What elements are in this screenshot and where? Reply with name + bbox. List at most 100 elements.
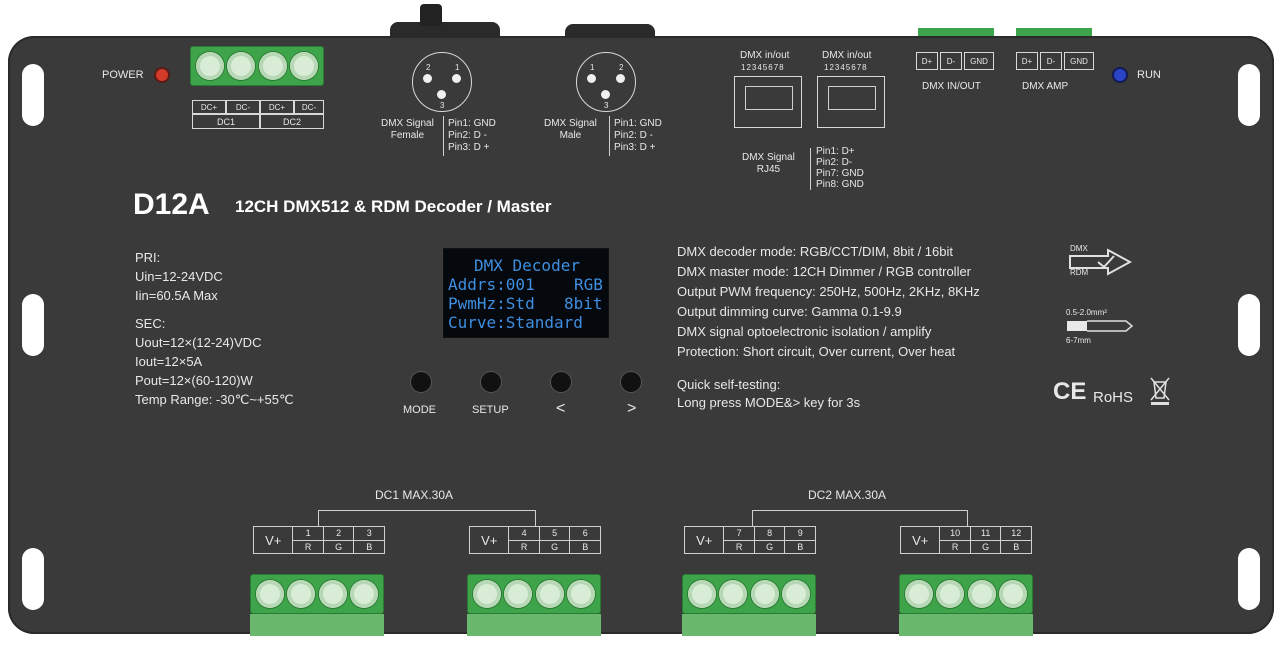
terminal-screw[interactable] (999, 580, 1028, 608)
dmx-amp-term-dplus: D+ (1016, 52, 1038, 70)
xlr-pin-icon (437, 90, 446, 99)
prev-button[interactable] (551, 372, 571, 392)
pin-desc: Pin3: D + (614, 142, 656, 153)
terminal-screw[interactable] (904, 580, 933, 608)
ch-color: B (797, 541, 804, 552)
xlr-pin-icon (452, 74, 461, 83)
rj45-port2-pin-numbers: 12345678 (824, 63, 868, 72)
terminal-base (899, 614, 1033, 636)
display-line2-left: Addrs:001 (448, 275, 535, 294)
dmx-io-term-gnd: GND (964, 52, 994, 70)
model-title: D12A (133, 188, 210, 221)
terminal-base (682, 614, 816, 636)
terminal-screw[interactable] (504, 580, 533, 608)
ch-number: 1 (293, 527, 323, 541)
dc2-plus-label: DC+ (260, 100, 294, 114)
display-line1: DMX Decoder (474, 256, 580, 275)
dc1-wire-bracket (318, 510, 536, 526)
ch-color: R (735, 541, 743, 552)
next-button[interactable] (621, 372, 641, 392)
mount-slot (22, 294, 44, 356)
self-test-line: Long press MODE&> key for 3s (677, 395, 861, 410)
output-terminal-4[interactable] (899, 574, 1033, 614)
ch-number: 6 (570, 527, 600, 541)
feature-list: DMX decoder mode: RGB/CCT/DIM, 8bit / 16… (677, 242, 980, 362)
mount-slot (1238, 294, 1260, 356)
terminal-screw[interactable] (472, 580, 501, 608)
mount-slot (22, 64, 44, 126)
terminal-screw[interactable] (287, 580, 316, 608)
mount-slot (1238, 64, 1260, 126)
terminal-screw[interactable] (719, 580, 748, 608)
primary-specs: PRI: Uin=12-24VDC Iin=60.5A Max (135, 248, 223, 305)
dmx-amp-label: DMX AMP (1022, 81, 1069, 92)
next-button-label: > (627, 400, 637, 417)
output-group-1: V+ 1R 2G 3B (253, 526, 385, 554)
display-line3-left: PwmHz:Std (448, 294, 535, 313)
dmx-amp-term-dminus: D- (1040, 52, 1062, 70)
dc-input-terminal[interactable] (190, 46, 324, 86)
prev-button-label: < (556, 400, 566, 417)
spec-line: PRI: (135, 250, 161, 265)
output-terminal-2[interactable] (467, 574, 601, 614)
feature-item: DMX master mode: 12CH Dimmer / RGB contr… (677, 264, 972, 279)
ch-number: 9 (785, 527, 815, 541)
ch-number: 8 (754, 527, 785, 541)
power-led-icon (156, 69, 168, 81)
rj45-port1-inner (745, 86, 793, 110)
terminal-screw[interactable] (687, 580, 716, 608)
xlr-male-pins: Pin1: GND Pin2: D - Pin3: D + (614, 118, 662, 154)
setup-button-label: SETUP (472, 404, 509, 416)
dmx-amp-term-gnd: GND (1064, 52, 1094, 70)
terminal-screw[interactable] (318, 580, 347, 608)
terminal-screw[interactable] (227, 52, 256, 80)
terminal-screw[interactable] (535, 580, 564, 608)
xlr-knob (420, 4, 442, 26)
xlr-pin-icon (601, 90, 610, 99)
dmx-io-term-dminus: D- (940, 52, 962, 70)
terminal-screw[interactable] (350, 580, 379, 608)
weee-bin-icon (1150, 377, 1170, 405)
terminal-screw[interactable] (258, 52, 287, 80)
terminal-screw[interactable] (936, 580, 965, 608)
rj45-port2-label: DMX in/out (822, 50, 872, 61)
xlr-female-pin-number: 2 (426, 63, 431, 72)
wire-size-label: 0.5-2.0mm² (1066, 308, 1107, 317)
xlr-male-pin-number: 3 (604, 101, 609, 110)
pin-desc: Pin2: D - (448, 130, 487, 141)
display-line4: Curve:Standard (448, 313, 583, 332)
setup-button[interactable] (481, 372, 501, 392)
vplus-label: V+ (265, 532, 282, 548)
ce-mark: CE (1053, 378, 1087, 405)
rohs-mark: RoHS (1093, 389, 1134, 406)
terminal-screw[interactable] (255, 580, 284, 608)
self-test-note: Quick self-testing: Long press MODE&> ke… (677, 376, 860, 412)
feature-item: Output PWM frequency: 250Hz, 500Hz, 2KHz… (677, 284, 980, 299)
vplus-label: V+ (481, 532, 498, 548)
output-group-3: V+ 7R 8G 9B (684, 526, 816, 554)
xlr-male-pin-number: 2 (619, 63, 624, 72)
dc2-label: DC2 (260, 114, 324, 129)
vplus-label: V+ (696, 532, 713, 548)
terminal-screw[interactable] (567, 580, 596, 608)
terminal-screw[interactable] (782, 580, 811, 608)
power-label: POWER (102, 69, 144, 81)
output-terminal-3[interactable] (682, 574, 816, 614)
xlr-male-pin-number: 1 (590, 63, 595, 72)
mode-button[interactable] (411, 372, 431, 392)
ch-color: G (766, 541, 774, 552)
ch-color: B (1013, 541, 1020, 552)
terminal-screw[interactable] (750, 580, 779, 608)
terminal-screw[interactable] (290, 52, 319, 80)
terminal-base (250, 614, 384, 636)
pin-desc: Pin1: D+ (816, 146, 855, 157)
display-line2-right: RGB (574, 275, 603, 294)
ch-number: 5 (539, 527, 570, 541)
ch-number: 10 (940, 527, 970, 541)
dc2-minus-label: DC- (294, 100, 324, 114)
rj45-port2-inner (828, 86, 876, 110)
ch-number: 7 (724, 527, 754, 541)
terminal-screw[interactable] (967, 580, 996, 608)
output-terminal-1[interactable] (250, 574, 384, 614)
terminal-screw[interactable] (195, 52, 224, 80)
